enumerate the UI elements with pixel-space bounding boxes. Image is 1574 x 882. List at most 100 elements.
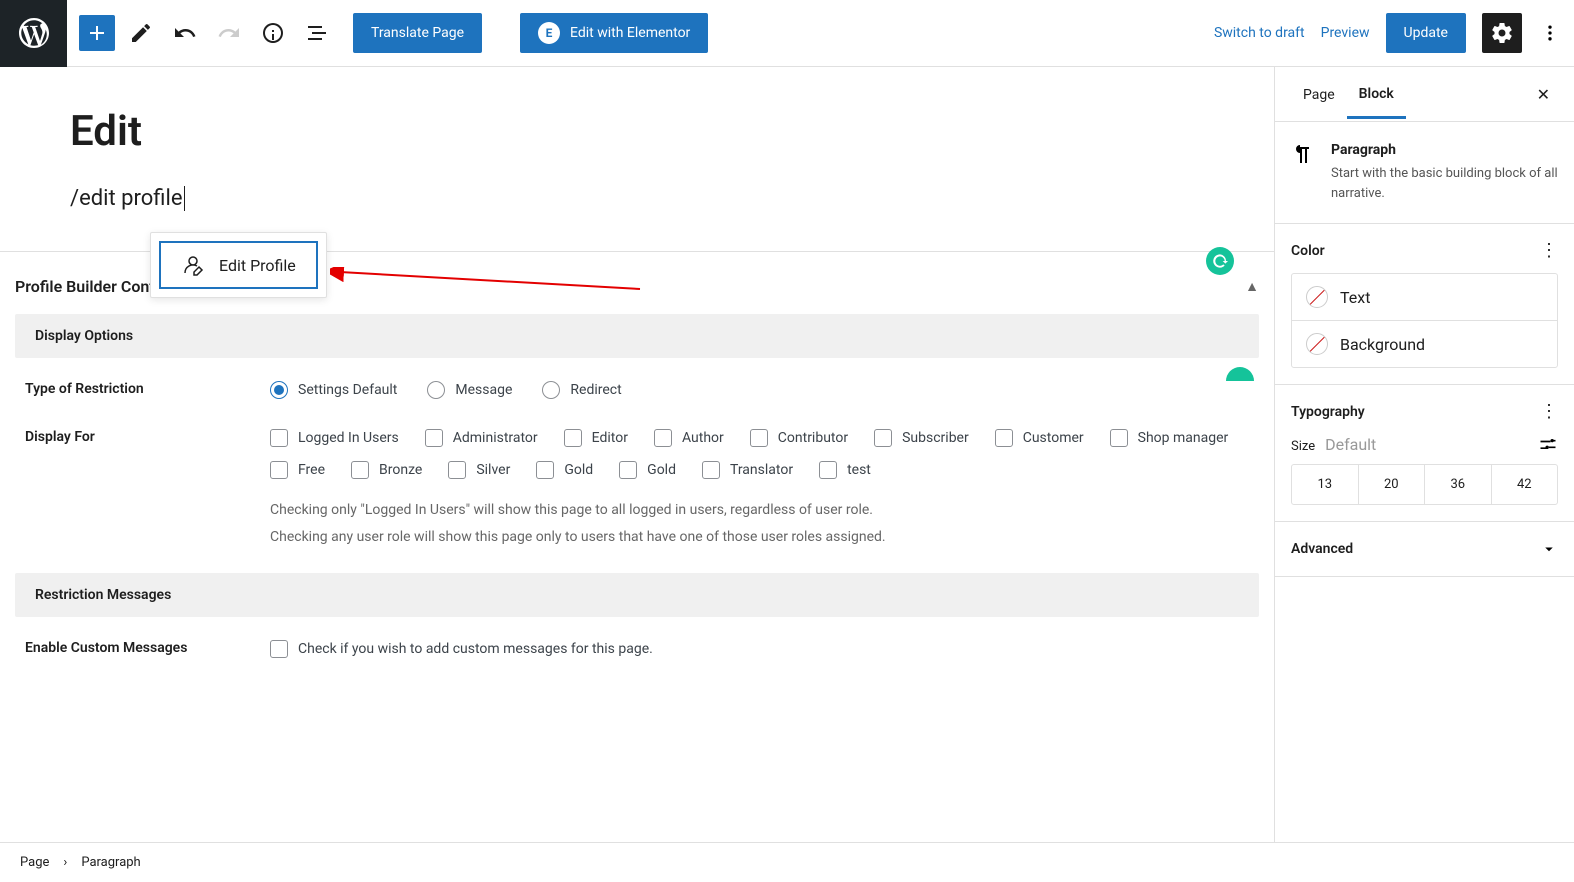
checkbox-icon [425,429,443,447]
role-checkbox[interactable]: Editor [564,429,628,447]
edit-mode-icon[interactable] [123,15,159,51]
font-size-option[interactable]: 13 [1292,465,1359,504]
advanced-label: Advanced [1291,541,1353,557]
role-checkbox[interactable]: Customer [995,429,1084,447]
role-checkbox[interactable]: Author [654,429,724,447]
roles-checkbox-group: Logged In Users Administrator Editor Author… [270,429,1249,479]
switch-to-draft-link[interactable]: Switch to draft [1214,25,1305,41]
block-suggestion-popover: Edit Profile [150,232,327,298]
radio-option[interactable]: Message [427,381,512,399]
preview-link[interactable]: Preview [1321,25,1370,41]
role-label: Bronze [379,462,422,478]
role-label: Logged In Users [298,430,399,446]
outline-icon[interactable] [299,15,335,51]
role-checkbox[interactable]: test [819,461,871,479]
checkbox-icon [654,429,672,447]
sidebar-tabs: Page Block ✕ [1275,67,1574,122]
font-size-option[interactable]: 42 [1492,465,1558,504]
role-checkbox[interactable]: Bronze [351,461,422,479]
advanced-section-toggle[interactable]: Advanced [1275,522,1574,577]
typography-section-title: Typography [1291,404,1365,420]
wordpress-logo[interactable] [0,0,67,67]
checkbox-icon [750,429,768,447]
role-checkbox[interactable]: Subscriber [874,429,969,447]
redo-icon[interactable] [211,15,247,51]
role-checkbox[interactable]: Shop manager [1110,429,1229,447]
background-color-button[interactable]: Background [1292,320,1557,367]
slash-command-text: /edit profile [70,186,185,211]
help-text-2: Checking any user role will show this pa… [270,524,1249,551]
update-button[interactable]: Update [1386,13,1466,53]
radio-option[interactable]: Settings Default [270,381,397,399]
role-checkbox[interactable]: Gold [619,461,676,479]
breadcrumb-root[interactable]: Page [20,855,49,870]
settings-button[interactable] [1482,13,1522,53]
display-for-label: Display For [25,429,270,550]
translate-page-button[interactable]: Translate Page [353,13,482,53]
radio-icon [427,381,445,399]
checkbox-icon [874,429,892,447]
radio-icon [270,381,288,399]
color-section-title: Color [1291,243,1325,259]
role-label: Free [298,462,325,478]
options-kebab-icon[interactable] [1538,15,1562,51]
help-text-1: Checking only "Logged In Users" will sho… [270,497,1249,524]
grammarly-icon[interactable] [1206,247,1234,275]
add-block-button[interactable] [79,15,115,51]
enable-messages-check-label: Check if you wish to add custom messages… [298,641,653,657]
breadcrumb-current[interactable]: Paragraph [81,855,140,870]
checkbox-icon [702,461,720,479]
display-options-section-label: Display Options [15,314,1259,358]
checkbox-icon [270,461,288,479]
close-sidebar-icon[interactable]: ✕ [1529,77,1558,112]
font-size-option[interactable]: 36 [1425,465,1492,504]
role-label: Shop manager [1138,430,1229,446]
block-name: Paragraph [1331,142,1558,158]
sliders-icon[interactable] [1538,434,1558,454]
editor-canvas[interactable]: Edit Edit Profile /edit profile Profile [0,67,1274,842]
elementor-btn-label: Edit with Elementor [570,25,690,41]
size-label: Size [1291,439,1315,454]
checkbox-icon [351,461,369,479]
radio-label: Redirect [570,382,621,398]
checkbox-icon [270,429,288,447]
role-checkbox[interactable]: Gold [536,461,593,479]
page-title[interactable]: Edit [70,107,1204,156]
role-checkbox[interactable]: Contributor [750,429,848,447]
checkbox-icon [536,461,554,479]
edit-with-elementor-button[interactable]: E Edit with Elementor [520,13,708,53]
type-of-restriction-label: Type of Restriction [25,381,270,399]
typography-kebab-icon[interactable]: ⋮ [1540,401,1558,422]
role-label: Author [682,430,724,446]
suggestion-label: Edit Profile [219,256,296,275]
top-toolbar: Translate Page E Edit with Elementor Swi… [0,0,1574,67]
role-label: Subscriber [902,430,969,446]
role-label: Silver [476,462,510,478]
role-checkbox[interactable]: Free [270,461,325,479]
role-label: Contributor [778,430,848,446]
font-size-option[interactable]: 20 [1359,465,1426,504]
role-checkbox[interactable]: Administrator [425,429,538,447]
radio-label: Settings Default [298,382,397,398]
tab-block[interactable]: Block [1347,70,1406,119]
color-section-kebab-icon[interactable]: ⋮ [1540,240,1558,261]
tab-page[interactable]: Page [1291,71,1347,117]
info-icon[interactable] [255,15,291,51]
role-checkbox[interactable]: Translator [702,461,793,479]
radio-option[interactable]: Redirect [542,381,621,399]
collapse-icon[interactable]: ▲ [1245,278,1259,295]
role-checkbox[interactable]: Logged In Users [270,429,399,447]
color-swatch-none-icon [1306,286,1328,308]
role-label: Customer [1023,430,1084,446]
undo-icon[interactable] [167,15,203,51]
toolbar-right-group: Switch to draft Preview Update [1214,13,1574,53]
role-checkbox[interactable]: Silver [448,461,510,479]
paragraph-block-icon [1291,142,1315,203]
role-label: Gold [647,462,676,478]
text-color-button[interactable]: Text [1292,274,1557,320]
enable-messages-checkbox[interactable]: Check if you wish to add custom messages… [270,640,1249,658]
elementor-icon: E [538,22,560,44]
suggestion-edit-profile[interactable]: Edit Profile [159,241,318,289]
enable-custom-messages-label: Enable Custom Messages [25,640,270,658]
checkbox-icon [448,461,466,479]
